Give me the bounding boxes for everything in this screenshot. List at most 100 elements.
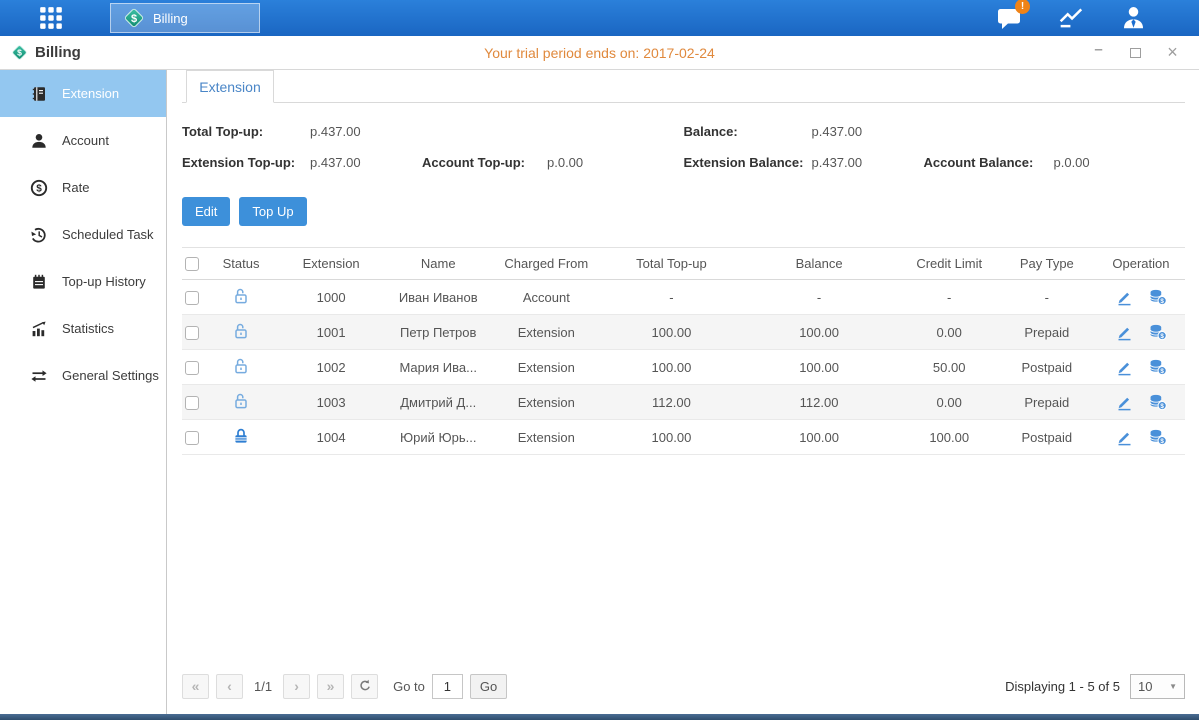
header-status: Status [210,248,272,280]
sidebar-item-account[interactable]: Account [0,117,166,164]
tab-extension[interactable]: Extension [186,70,274,103]
window-title: Billing [35,44,81,61]
sidebar-item-rate[interactable]: Rate [0,164,166,211]
sidebar-item-label: Scheduled Task [62,227,154,242]
cell-credit-limit: 0.00 [902,385,997,420]
cell-balance: 100.00 [737,315,902,350]
taskbar-tab-billing[interactable]: Billing [110,3,260,33]
topup-row-icon[interactable] [1148,323,1167,341]
topup-row-icon[interactable] [1148,288,1167,306]
maximize-button[interactable] [1129,46,1142,59]
row-checkbox[interactable] [185,326,199,340]
sidebar: Extension Account Rate Scheduled Task To… [0,70,167,714]
edit-row-icon[interactable] [1115,393,1134,411]
row-checkbox[interactable] [185,431,199,445]
cell-name: Мария Ива... [390,350,486,385]
row-checkbox[interactable] [185,291,199,305]
messages-icon[interactable]: ! [995,5,1023,31]
edit-row-icon[interactable] [1115,428,1134,446]
header-total-topup: Total Top-up [606,248,736,280]
billing-diamond-icon [123,7,145,29]
app-launcher-grid-icon[interactable] [36,3,66,33]
cell-extension: 1004 [272,420,390,455]
cell-charged-from: Extension [486,315,606,350]
lock-status-icon[interactable] [232,392,250,410]
sidebar-item-general-settings[interactable]: General Settings [0,352,166,399]
edit-row-icon[interactable] [1115,288,1134,306]
edit-button[interactable]: Edit [182,197,230,226]
cell-extension: 1003 [272,385,390,420]
header-credit-limit: Credit Limit [902,248,997,280]
sidebar-item-extension[interactable]: Extension [0,70,166,117]
cell-charged-from: Extension [486,350,606,385]
row-checkbox[interactable] [185,396,199,410]
topbar-right-icons: ! [995,5,1147,31]
cell-credit-limit: 100.00 [902,420,997,455]
cell-total-topup: 100.00 [606,420,736,455]
cell-name: Петр Петров [390,315,486,350]
refresh-button[interactable] [351,674,378,699]
window-title-bar: Your trial period ends on: 2017-02-24 Bi… [0,36,1199,70]
cell-extension: 1002 [272,350,390,385]
last-page-button[interactable]: » [317,674,344,699]
lock-status-icon[interactable] [232,322,250,340]
minimize-button[interactable]: – [1092,46,1105,59]
topup-row-icon[interactable] [1148,428,1167,446]
account-balance-label: Account Balance: [924,147,1054,178]
user-account-icon[interactable] [1119,5,1147,31]
header-pay-type: Pay Type [997,248,1097,280]
cell-credit-limit: 50.00 [902,350,997,385]
pagination-bar: « ‹ 1/1 › » Go to Go Displaying 1 - 5 of… [182,666,1185,706]
table-row: 1003 Дмитрий Д... Extension 112.00 112.0… [182,385,1185,420]
goto-label: Go to [393,679,425,694]
general-settings-sliders-icon [30,367,48,385]
edit-row-icon[interactable] [1115,323,1134,341]
page-indicator: 1/1 [254,679,272,694]
cell-name: Дмитрий Д... [390,385,486,420]
caret-down-icon: ▼ [1169,682,1177,691]
sidebar-item-label: Account [62,133,109,148]
sidebar-item-label: Statistics [62,321,114,336]
topup-row-icon[interactable] [1148,393,1167,411]
next-page-button[interactable]: › [283,674,310,699]
extension-ledger-icon [30,85,48,103]
cell-balance: - [737,280,902,315]
goto-page-input[interactable] [432,674,463,699]
table-header-row: Status Extension Name Charged From Total… [182,248,1185,280]
prev-page-button[interactable]: ‹ [216,674,243,699]
cell-total-topup: - [606,280,736,315]
cell-balance: 112.00 [737,385,902,420]
sidebar-item-scheduled-task[interactable]: Scheduled Task [0,211,166,258]
top-up-button[interactable]: Top Up [239,197,306,226]
lock-status-icon[interactable] [232,357,250,375]
tab-strip: Extension [182,70,1185,103]
sidebar-item-statistics[interactable]: Statistics [0,305,166,352]
balance-label: Balance: [684,116,812,147]
cell-name: Иван Иванов [390,280,486,315]
rate-dollar-icon [30,179,48,197]
lock-status-icon[interactable] [232,427,250,445]
action-buttons: Edit Top Up [182,197,1185,226]
row-checkbox[interactable] [185,361,199,375]
extension-topup-value: p.437.00 [310,147,422,178]
first-page-button[interactable]: « [182,674,209,699]
go-button[interactable]: Go [470,674,507,699]
close-button[interactable]: × [1166,46,1179,59]
account-topup-value: p.0.00 [547,147,684,178]
edit-row-icon[interactable] [1115,358,1134,376]
page-size-value: 10 [1138,679,1152,694]
page-size-select[interactable]: 10 ▼ [1130,674,1185,699]
cell-extension: 1001 [272,315,390,350]
select-all-checkbox[interactable] [185,257,199,271]
sidebar-item-topup-history[interactable]: Top-up History [0,258,166,305]
monitor-chart-icon[interactable] [1057,5,1085,31]
topup-history-notebook-icon [30,273,48,291]
topup-row-icon[interactable] [1148,358,1167,376]
cell-total-topup: 100.00 [606,350,736,385]
cell-credit-limit: - [902,280,997,315]
header-balance: Balance [737,248,902,280]
cell-balance: 100.00 [737,350,902,385]
bottom-edge-strip [0,714,1199,720]
lock-status-icon[interactable] [232,287,250,305]
main-content: Extension Total Top-up: p.437.00 Extensi… [167,70,1199,714]
